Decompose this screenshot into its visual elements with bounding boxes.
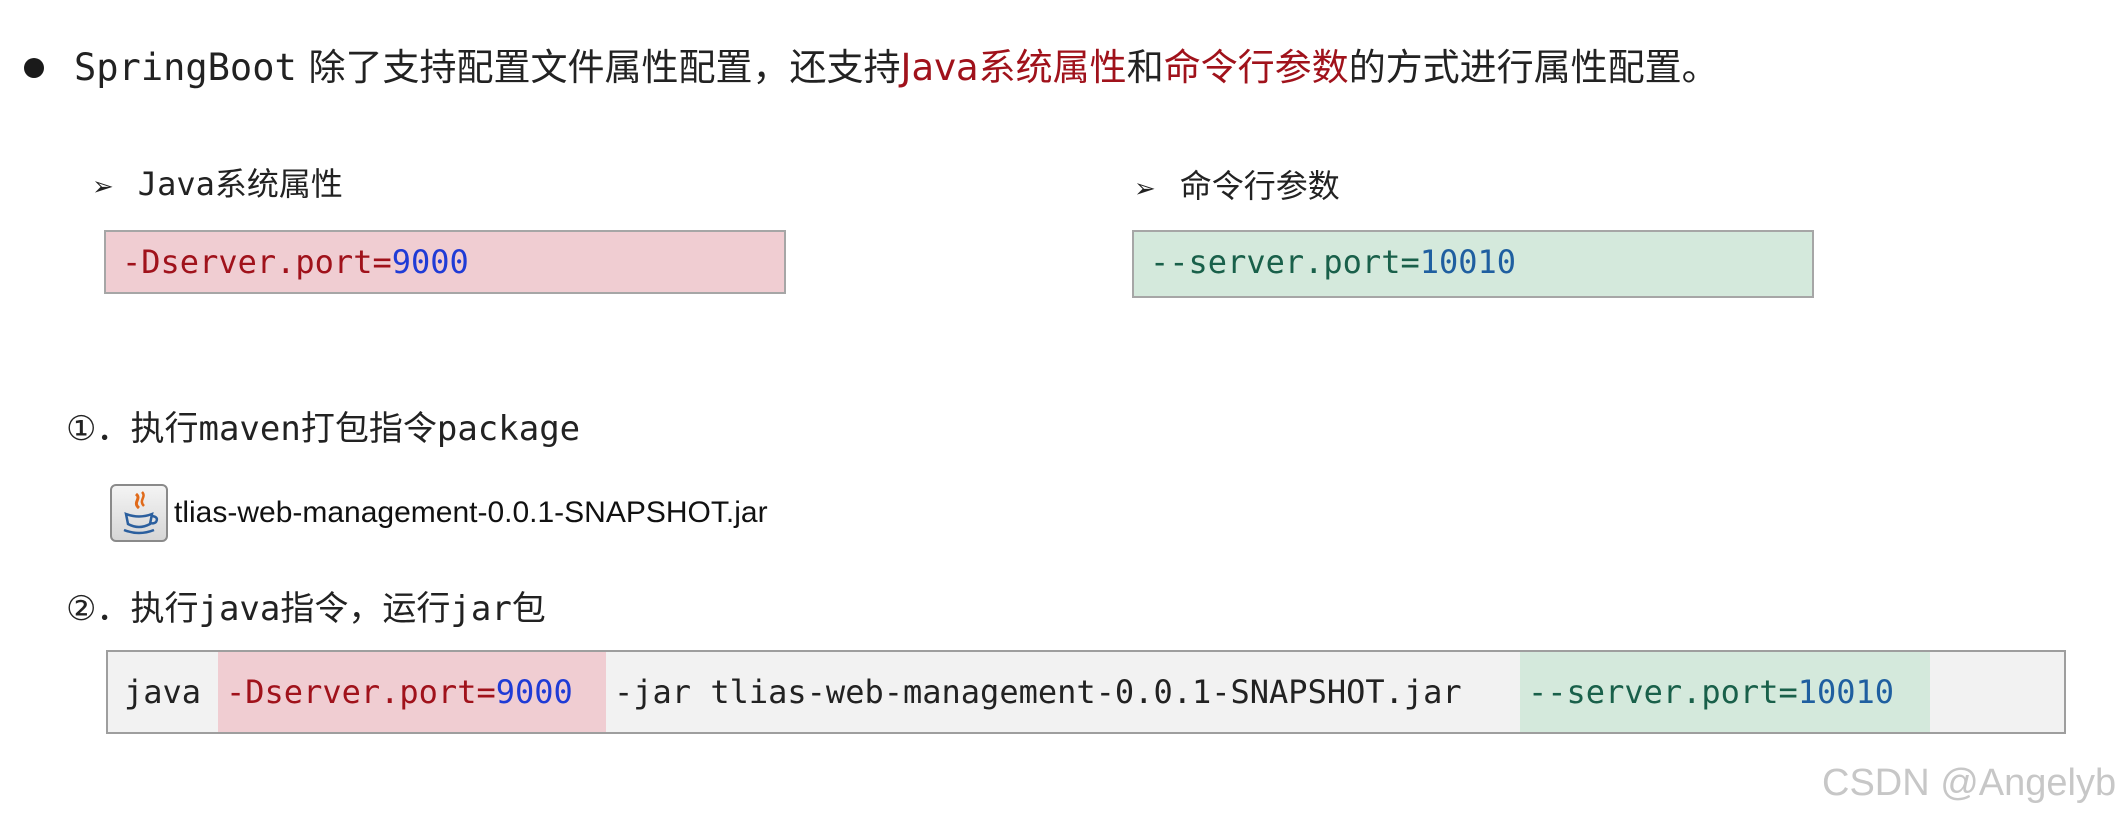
cmd-d-value: 9000 xyxy=(495,673,573,711)
intro-and: 和 xyxy=(1126,46,1164,89)
step-2-text-d: jar xyxy=(450,589,512,629)
intro-heading: SpringBoot 除了支持配置文件属性配置，还支持Java系统属性和命令行参… xyxy=(74,40,1719,96)
arrow-bullet-icon: ➢ xyxy=(92,172,114,202)
java-jar-file-icon xyxy=(110,484,168,542)
intro-cmd-args: 命令行参数 xyxy=(1163,46,1349,89)
java-props-code-box: -Dserver.port=9000 xyxy=(104,230,786,294)
step-2-num: ②． xyxy=(66,589,131,629)
cmd-args-code-value: 10010 xyxy=(1419,243,1517,281)
step-1: ①．执行maven打包指令package xyxy=(66,404,580,454)
step-1-text-c: 打包指令 xyxy=(300,409,437,449)
intro-part1: 除了支持配置文件属性配置，还支持 xyxy=(296,46,901,89)
step-1-text-a: 执行 xyxy=(130,409,199,449)
java-props-title-mono: Java xyxy=(137,165,215,203)
java-props-title-rest: 系统属性 xyxy=(214,165,343,203)
java-props-code-value: 9000 xyxy=(391,243,469,281)
cmd-s-key-segment: --server.port=10010 xyxy=(1520,652,1930,732)
intro-java-props: Java系统属性 xyxy=(900,46,1127,89)
step-2-text-e: 包 xyxy=(511,589,546,629)
step-1-num: ①． xyxy=(66,409,131,449)
cmd-args-code-key: --server.port= xyxy=(1150,243,1420,281)
cmd-middle: -jar tlias-web-management-0.0.1-SNAPSHOT… xyxy=(614,673,1462,711)
java-props-code-key: -Dserver.port= xyxy=(122,243,392,281)
cmd-args-code-box: --server.port=10010 xyxy=(1132,230,1814,298)
step-2-text-a: 执行 xyxy=(130,589,199,629)
cmd-d-key: -Dserver.port= xyxy=(226,673,496,711)
cmd-d-key-segment: -Dserver.port=9000 xyxy=(218,652,606,732)
step-1-text-d: package xyxy=(436,409,581,449)
intro-lead: SpringBoot xyxy=(74,46,297,89)
java-props-title: ➢ Java系统属性 xyxy=(92,160,343,211)
bullet-dot xyxy=(24,58,44,78)
step-2: ②．执行java指令，运行jar包 xyxy=(66,584,546,634)
command-bar: java -Dserver.port=9000 -jar tlias-web-m… xyxy=(106,650,2066,734)
step-2-text-c: 指令，运行 xyxy=(280,589,451,629)
step-1-text-b: maven xyxy=(198,409,301,449)
arrow-bullet-icon: ➢ xyxy=(1134,174,1156,204)
intro-part2: 的方式进行属性配置。 xyxy=(1348,46,1719,89)
cmd-args-title-text: 命令行参数 xyxy=(1179,167,1340,205)
cmd-java: java xyxy=(124,673,202,711)
cmd-args-title: ➢ 命令行参数 xyxy=(1134,162,1340,213)
watermark: CSDN @Angelyb xyxy=(1822,762,2117,804)
jar-file-name: tlias-web-management-0.0.1-SNAPSHOT.jar xyxy=(174,496,768,529)
cmd-s-key: --server.port= xyxy=(1528,673,1798,711)
cmd-s-value: 10010 xyxy=(1797,673,1895,711)
step-2-text-b: java xyxy=(198,589,281,629)
